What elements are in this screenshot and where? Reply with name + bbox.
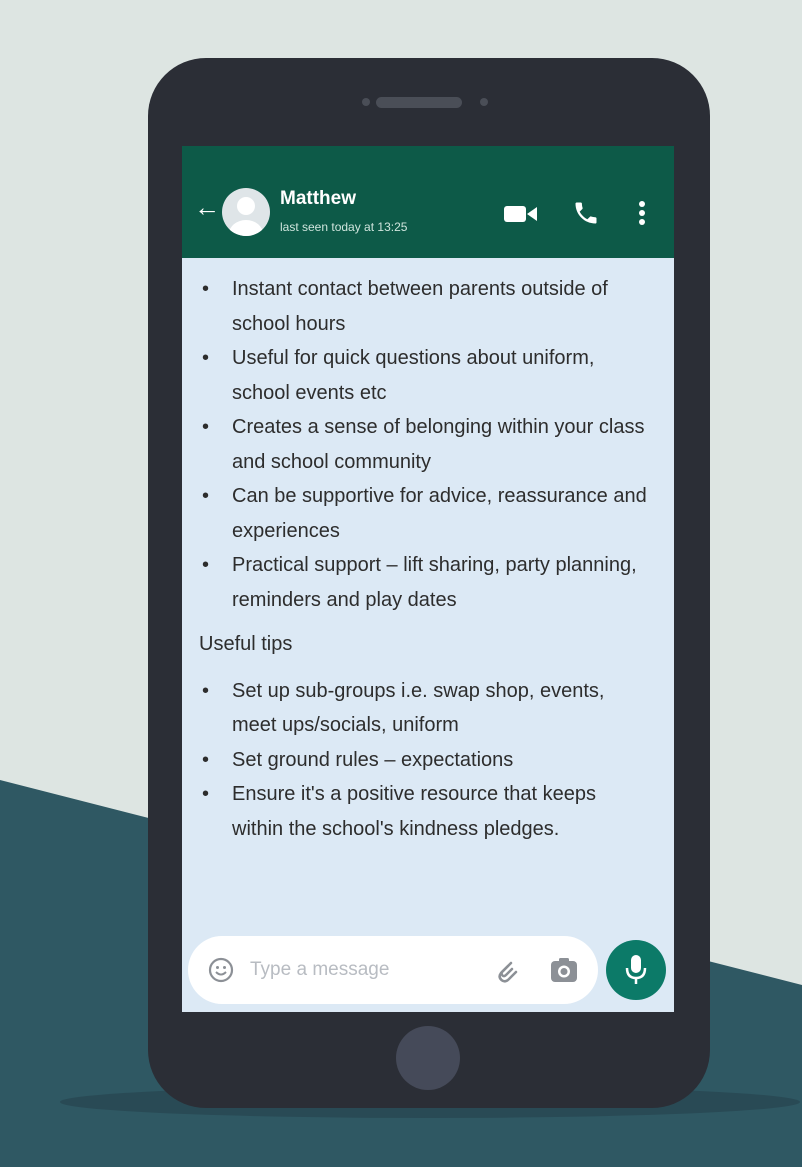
chat-screen: ← Matthew last seen today at 13:25 Insta… bbox=[182, 146, 674, 1012]
message-input-bar[interactable]: Type a message bbox=[188, 936, 598, 1004]
emoji-icon[interactable] bbox=[208, 957, 234, 983]
phone-camera-dot bbox=[480, 98, 488, 106]
phone-sensor bbox=[362, 98, 370, 106]
list-item: Set up sub-groups i.e. swap shop, events… bbox=[182, 674, 674, 743]
contact-name[interactable]: Matthew bbox=[280, 188, 356, 210]
list-item: Instant contact between parents outside … bbox=[182, 272, 674, 341]
back-arrow-icon[interactable]: ← bbox=[194, 194, 220, 220]
video-camera-icon[interactable] bbox=[504, 204, 538, 224]
message-input[interactable]: Type a message bbox=[250, 959, 389, 981]
more-vertical-icon[interactable] bbox=[638, 200, 646, 226]
tips-heading: Useful tips bbox=[199, 633, 293, 655]
home-button[interactable] bbox=[396, 1026, 460, 1090]
benefits-list: Instant contact between parents outside … bbox=[182, 272, 674, 617]
phone-speaker bbox=[376, 97, 462, 108]
contact-status: last seen today at 13:25 bbox=[280, 220, 408, 234]
list-item: Useful for quick questions about uniform… bbox=[182, 341, 674, 410]
list-item: Can be supportive for advice, reassuranc… bbox=[182, 479, 674, 548]
microphone-icon bbox=[625, 955, 647, 984]
avatar[interactable] bbox=[222, 188, 270, 236]
chat-header: ← Matthew last seen today at 13:25 bbox=[182, 146, 674, 258]
message-content: Instant contact between parents outside … bbox=[182, 272, 674, 846]
list-item: Practical support – lift sharing, party … bbox=[182, 548, 674, 617]
camera-icon[interactable] bbox=[550, 957, 578, 983]
list-item: Ensure it's a positive resource that kee… bbox=[182, 777, 674, 846]
phone-icon[interactable] bbox=[572, 199, 600, 227]
tips-list: Set up sub-groups i.e. swap shop, events… bbox=[182, 674, 674, 847]
list-item: Creates a sense of belonging within your… bbox=[182, 410, 674, 479]
list-item: Set ground rules – expectations bbox=[182, 743, 674, 778]
mic-button[interactable] bbox=[606, 940, 666, 1000]
paperclip-icon[interactable] bbox=[492, 956, 522, 986]
user-avatar-icon bbox=[229, 197, 263, 236]
